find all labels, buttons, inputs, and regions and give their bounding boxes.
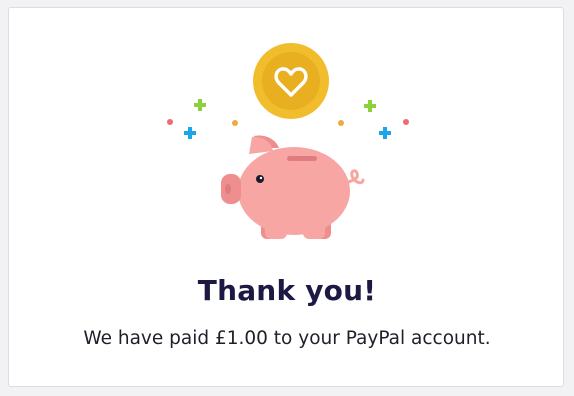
confirmation-card: Thank you! We have paid £1.00 to your Pa…: [8, 7, 564, 387]
piggy-bank-illustration: [167, 43, 409, 239]
heart-coin-icon: [253, 43, 329, 119]
payment-confirmation-message: We have paid £1.00 to your PayPal accoun…: [83, 328, 491, 349]
confetti-right: [338, 100, 409, 139]
thank-you-title: Thank you!: [197, 274, 377, 307]
piggy-bank-icon: [221, 135, 365, 239]
confetti-left: [167, 99, 238, 139]
